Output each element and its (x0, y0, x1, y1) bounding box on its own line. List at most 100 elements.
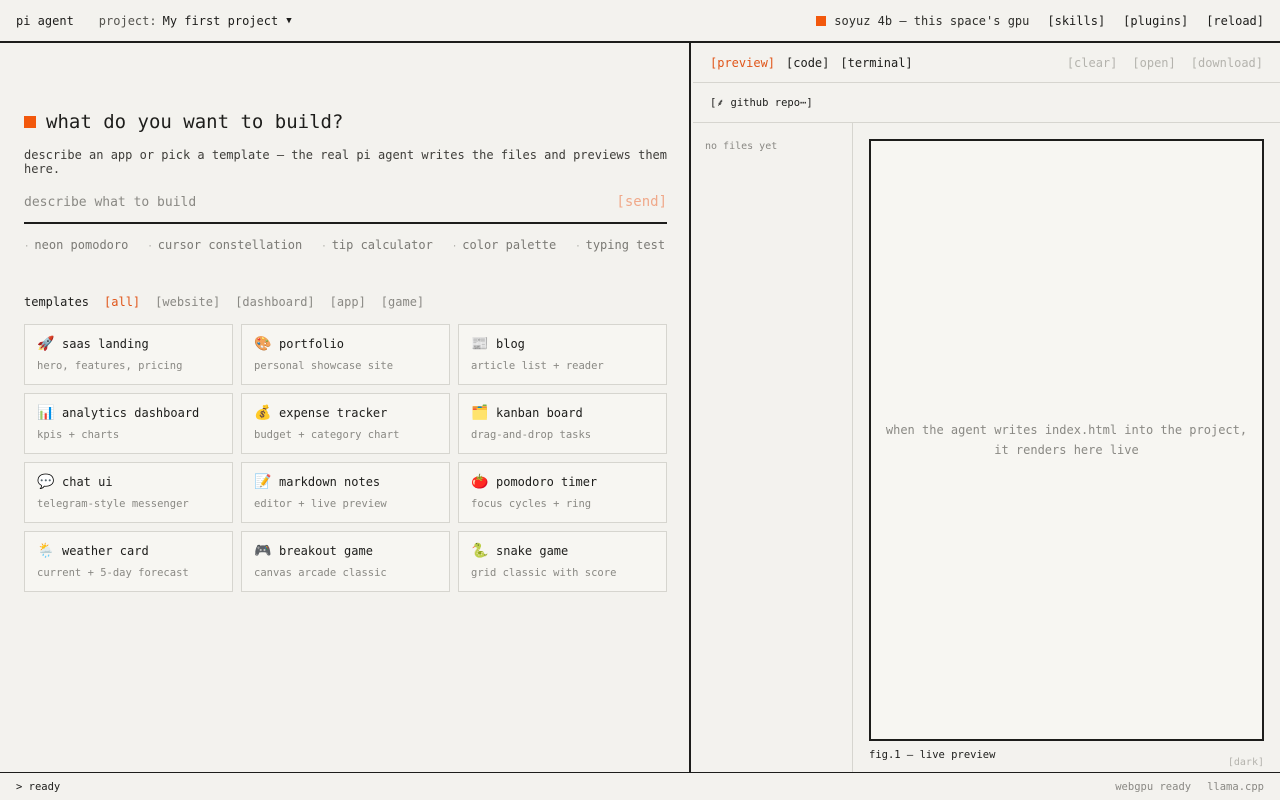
card-index-icon: 🗂️ (471, 405, 489, 421)
filter-dashboard[interactable]: [dashboard] (235, 295, 314, 309)
filter-game[interactable]: [game] (381, 295, 424, 309)
preview-placeholder: when the agent writes index.html into th… (885, 423, 1248, 457)
webgpu-status: webgpu ready (1115, 780, 1192, 793)
template-desc: canvas arcade classic (254, 567, 387, 579)
template-card-saas-landing[interactable]: 🚀 saas landing hero, features, pricing (24, 324, 233, 385)
newspaper-icon: 📰 (471, 336, 489, 352)
template-name: portfolio (279, 337, 345, 351)
top-right-group: soyuz 4b — this space's gpu [skills] [pl… (816, 14, 1264, 28)
top-bar: pi agent project: My first project ▼ soy… (0, 0, 1280, 43)
project-label: project: (98, 13, 157, 28)
clear-button[interactable]: [clear] (1067, 56, 1118, 70)
suggestion-typing-test[interactable]: · typing test (575, 238, 665, 252)
template-filters: templates [all] [website] [dashboard] [a… (24, 295, 439, 309)
template-desc: grid classic with score (471, 567, 617, 579)
preview-actions: [clear] [open] [download] (1052, 56, 1263, 70)
template-card-pomodoro-timer[interactable]: 🍅 pomodoro timer focus cycles + ring (458, 462, 667, 523)
page-subtitle: describe an app or pick a template — the… (24, 148, 667, 176)
template-desc: telegram-style messenger (37, 498, 189, 510)
live-preview-frame[interactable]: when the agent writes index.html into th… (869, 139, 1264, 741)
skills-link[interactable]: [skills] (1047, 14, 1105, 28)
template-name: pomodoro timer (496, 475, 598, 489)
weather-icon: 🌦️ (37, 543, 55, 559)
template-desc: article list + reader (471, 360, 604, 372)
template-desc: editor + live preview (254, 498, 387, 510)
filter-all[interactable]: [all] (104, 295, 140, 309)
template-card-portfolio[interactable]: 🎨 portfolio personal showcase site (241, 324, 450, 385)
template-desc: hero, features, pricing (37, 360, 183, 372)
bullet-icon: · (24, 242, 30, 252)
page-title: what do you want to build? (46, 111, 344, 133)
project-name: My first project (162, 13, 279, 28)
rocket-icon: 🚀 (37, 336, 55, 352)
suggestion-neon-pomodoro[interactable]: · neon pomodoro (24, 238, 128, 252)
send-button[interactable]: [send] (616, 194, 667, 210)
prompt-row: [send] (24, 186, 667, 224)
template-name: saas landing (62, 337, 149, 351)
template-card-snake-game[interactable]: 🐍 snake game grid classic with score (458, 531, 667, 592)
template-desc: focus cycles + ring (471, 498, 592, 510)
files-empty-state: no files yet (705, 141, 778, 152)
gamepad-icon: 🎮 (254, 543, 272, 559)
template-card-markdown-notes[interactable]: 📝 markdown notes editor + live preview (241, 462, 450, 523)
memo-icon: 📝 (254, 474, 272, 490)
backend-status: llama.cpp (1207, 780, 1264, 793)
suggestion-cursor-constellation[interactable]: · cursor constellation (147, 238, 302, 252)
template-name: breakout game (279, 544, 373, 558)
plugins-link[interactable]: [plugins] (1123, 14, 1188, 28)
filter-website[interactable]: [website] (155, 295, 220, 309)
bullet-icon: · (575, 242, 581, 252)
template-name: weather card (62, 544, 149, 558)
template-name: chat ui (62, 475, 113, 489)
template-desc: drag-and-drop tasks (471, 429, 592, 441)
dark-mode-toggle[interactable]: [dark] (1228, 757, 1264, 768)
bullet-icon: · (147, 242, 153, 252)
app-brand: pi agent (16, 13, 74, 28)
project-selector[interactable]: project: My first project ▼ (99, 14, 292, 28)
money-bag-icon: 💰 (254, 405, 272, 421)
template-name: blog (496, 337, 525, 351)
preview-area: when the agent writes index.html into th… (853, 123, 1280, 772)
template-card-blog[interactable]: 📰 blog article list + reader (458, 324, 667, 385)
status-bar: > ready webgpu ready llama.cpp (0, 772, 1280, 800)
bar-chart-icon: 📊 (37, 405, 55, 421)
builder-panel: what do you want to build? describe an a… (0, 43, 691, 772)
template-name: snake game (496, 544, 569, 558)
template-name: expense tracker (279, 406, 388, 420)
template-card-weather-card[interactable]: 🌦️ weather card current + 5-day forecast (24, 531, 233, 592)
preview-panel: [preview] [code] [terminal] [clear] [ope… (693, 43, 1280, 772)
filter-app[interactable]: [app] (330, 295, 366, 309)
reload-link[interactable]: [reload] (1206, 14, 1264, 28)
template-desc: kpis + charts (37, 429, 120, 441)
tab-terminal[interactable]: [terminal] (840, 56, 912, 70)
template-card-expense-tracker[interactable]: 💰 expense tracker budget + category chart (241, 393, 450, 454)
template-card-chat-ui[interactable]: 💬 chat ui telegram-style messenger (24, 462, 233, 523)
status-text: > ready (16, 780, 61, 793)
template-card-breakout-game[interactable]: 🎮 breakout game canvas arcade classic (241, 531, 450, 592)
palette-icon: 🎨 (254, 336, 272, 352)
template-card-kanban-board[interactable]: 🗂️ kanban board drag-and-drop tasks (458, 393, 667, 454)
suggestion-color-palette[interactable]: · color palette (452, 238, 556, 252)
chevron-down-icon[interactable]: ▼ (286, 16, 291, 26)
model-label: soyuz 4b — this space's gpu (834, 13, 1030, 28)
template-card-analytics-dashboard[interactable]: 📊 analytics dashboard kpis + charts (24, 393, 233, 454)
template-name: analytics dashboard (62, 406, 200, 420)
suggestion-list: · neon pomodoro · cursor constellation · ti… (24, 238, 684, 252)
open-button[interactable]: [open] (1132, 56, 1175, 70)
build-prompt-input[interactable] (24, 187, 617, 217)
file-tree: no files yet (693, 123, 853, 772)
download-button[interactable]: [download] (1191, 56, 1263, 70)
template-grid: 🚀 saas landing hero, features, pricing 🎨 p… (24, 324, 667, 592)
template-name: kanban board (496, 406, 583, 420)
headline-square-icon (24, 116, 36, 128)
template-desc: budget + category chart (254, 429, 400, 441)
speech-bubble-icon: 💬 (37, 474, 55, 490)
github-repo-button[interactable]: [⸙ github repo⋯] (710, 96, 813, 110)
bullet-icon: · (451, 242, 458, 252)
tab-preview[interactable]: [preview] (710, 56, 775, 70)
headline: what do you want to build? (24, 111, 343, 133)
tab-code[interactable]: [code] (786, 56, 829, 70)
model-status-square-icon (816, 15, 827, 26)
bullet-icon: · (321, 242, 327, 252)
suggestion-tip-calculator[interactable]: · tip calculator (321, 238, 433, 252)
